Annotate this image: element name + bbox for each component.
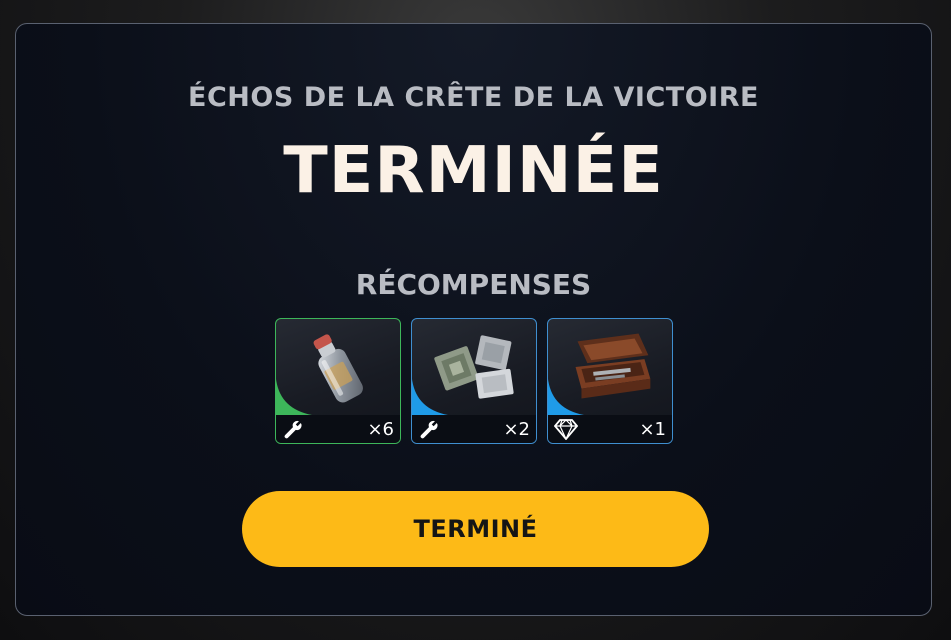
rarity-corner (412, 379, 448, 415)
reward-quantity: ×6 (367, 418, 394, 440)
reward-quantity: ×2 (503, 418, 530, 440)
diamond-icon (554, 419, 578, 440)
reward-card-2[interactable]: ×2 (411, 318, 537, 444)
event-name: ÉCHOS DE LA CRÊTE DE LA VICTOIRE (188, 82, 759, 113)
rewards-heading: RÉCOMPENSES (355, 268, 592, 301)
done-button-label: TERMINÉ (413, 515, 538, 543)
wrench-icon (420, 420, 438, 439)
rarity-corner (276, 379, 312, 415)
reward-footer: ×1 (548, 415, 672, 443)
reward-footer: ×2 (412, 415, 536, 443)
status-title: TERMINÉE (283, 134, 664, 208)
rarity-corner (548, 379, 584, 415)
done-button[interactable]: TERMINÉ (242, 491, 709, 567)
reward-card-3[interactable]: ×1 (547, 318, 673, 444)
wrench-icon (284, 420, 302, 439)
reward-card-1[interactable]: ×6 (275, 318, 401, 444)
reward-quantity: ×1 (639, 418, 666, 440)
completion-dialog: ÉCHOS DE LA CRÊTE DE LA VICTOIRE TERMINÉ… (15, 23, 932, 616)
reward-footer: ×6 (276, 415, 400, 443)
